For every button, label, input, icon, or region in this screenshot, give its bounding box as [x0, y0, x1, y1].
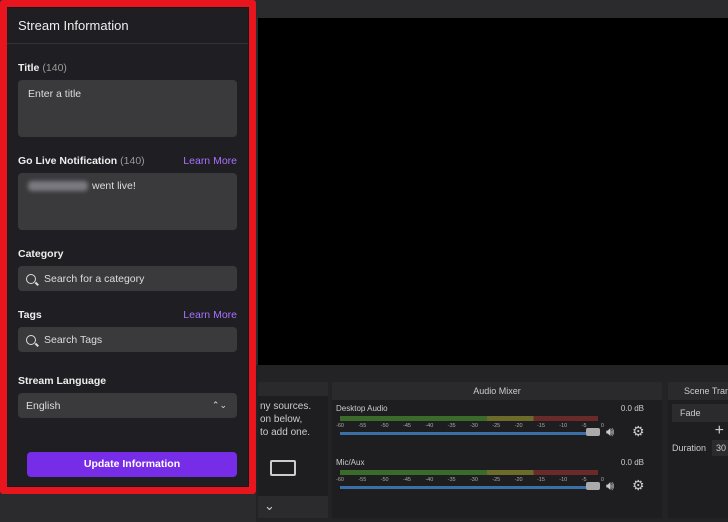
audio-mixer: Audio Mixer Desktop Audio 0.0 dB -60 -55 -… [332, 382, 662, 518]
transition-select[interactable]: Fade [672, 404, 728, 422]
title-label: Title (140) [18, 62, 67, 74]
notification-text: went live! [92, 180, 136, 192]
title-count: (140) [42, 62, 67, 74]
meter-tick: -50 [380, 477, 389, 483]
volume-slider[interactable] [340, 486, 590, 489]
meter-tick: -10 [559, 423, 568, 429]
channel-level: 0.0 dB [620, 404, 644, 413]
notification-label-text: Go Live Notification [18, 155, 118, 167]
meter-tick: 0 [600, 423, 604, 429]
meter-tick: -45 [402, 423, 411, 429]
meter-tick: -15 [536, 477, 545, 483]
notification-input[interactable]: went live! [18, 173, 237, 230]
volume-meter [340, 470, 598, 475]
category-search-input[interactable]: Search for a category [18, 266, 237, 291]
meter-tick: -35 [447, 423, 456, 429]
meter-tick: -35 [447, 477, 456, 483]
notification-count: (140) [120, 155, 145, 167]
tags-learn-more-link[interactable]: Learn More [183, 309, 237, 321]
volume-meter [340, 416, 598, 421]
meter-tick: -30 [469, 423, 478, 429]
tags-search-input[interactable]: Search Tags [18, 327, 237, 352]
speaker-icon[interactable]: 🔊︎ [606, 478, 614, 494]
meter-tick: -10 [559, 477, 568, 483]
gear-icon[interactable]: ⚙ [632, 477, 645, 494]
tags-placeholder: Search Tags [44, 333, 103, 346]
gear-icon[interactable]: ⚙ [632, 423, 645, 440]
meter-tick: -25 [492, 477, 501, 483]
meter-tick: -40 [425, 423, 434, 429]
notification-label: Go Live Notification (140) [18, 155, 145, 167]
tags-label: Tags [18, 309, 42, 321]
meter-tick: 0 [600, 477, 604, 483]
volume-slider[interactable] [340, 432, 590, 435]
volume-slider-handle[interactable] [586, 482, 600, 490]
title-label-text: Title [18, 62, 40, 74]
meter-tick: -60 [336, 477, 344, 483]
title-placeholder: Enter a title [28, 88, 82, 100]
language-value: English [26, 399, 61, 412]
title-input[interactable]: Enter a title [18, 80, 237, 137]
meter-ticks: -60 -55 -50 -45 -40 -35 -30 -25 -20 -15 -10 -5 0 [336, 477, 604, 483]
mixer-channel: Desktop Audio 0.0 dB -60 -55 -50 -45 -40 -35 -… [336, 402, 656, 454]
chevron-updown-icon: ⌃⌄ [211, 400, 227, 410]
language-label: Stream Language [18, 375, 107, 387]
preview-canvas [258, 18, 728, 365]
channel-level: 0.0 dB [620, 458, 644, 467]
meter-tick: -15 [536, 423, 545, 429]
sources-hint: ny sources. [260, 401, 312, 412]
duration-label: Duration [672, 443, 707, 453]
sources-panel: ny sources. on below, to add one. ⌄ [258, 382, 328, 518]
meter-tick: -45 [402, 477, 411, 483]
meter-tick: -55 [358, 477, 367, 483]
search-icon [26, 273, 36, 284]
plus-icon[interactable]: + [668, 422, 728, 440]
channel-name: Desktop Audio [336, 404, 388, 413]
mixer-title: Audio Mixer [332, 382, 662, 400]
speaker-icon[interactable]: 🔊︎ [606, 424, 614, 440]
sources-hint: on below, [260, 414, 303, 425]
transitions-title: Scene Transitions [668, 382, 728, 400]
blurred-username [28, 181, 88, 192]
update-information-button[interactable]: Update Information [27, 452, 237, 477]
stream-information-panel: Stream Information Title (140) Enter a ti… [7, 8, 248, 486]
scene-transitions: Scene Transitions Fade + Duration 30 [668, 382, 728, 518]
language-select[interactable]: English ⌃⌄ [18, 393, 237, 418]
meter-tick: -20 [514, 477, 523, 483]
sources-header [258, 382, 328, 396]
bottom-area [0, 494, 256, 522]
camera-icon [270, 460, 296, 476]
search-icon [26, 334, 36, 345]
channel-name: Mic/Aux [336, 458, 365, 467]
meter-tick: -20 [514, 423, 523, 429]
category-label: Category [18, 248, 64, 260]
chevron-down-icon[interactable]: ⌄ [258, 496, 328, 518]
panel-title: Stream Information [7, 8, 248, 44]
category-placeholder: Search for a category [44, 272, 145, 285]
meter-tick: -60 [336, 423, 344, 429]
meter-ticks: -60 -55 -50 -45 -40 -35 -30 -25 -20 -15 -10 -5 0 [336, 423, 604, 429]
sources-hint: to add one. [260, 427, 311, 438]
meter-tick: -40 [425, 477, 434, 483]
meter-tick: -25 [492, 423, 501, 429]
notification-learn-more-link[interactable]: Learn More [183, 155, 237, 167]
meter-tick: -55 [358, 423, 367, 429]
meter-tick: -30 [469, 477, 478, 483]
mixer-channel: Mic/Aux 0.0 dB -60 -55 -50 -45 -40 -35 -30 -25 -… [336, 456, 656, 508]
volume-slider-handle[interactable] [586, 428, 600, 436]
meter-tick: -50 [380, 423, 389, 429]
duration-input[interactable]: 30 [712, 440, 728, 456]
